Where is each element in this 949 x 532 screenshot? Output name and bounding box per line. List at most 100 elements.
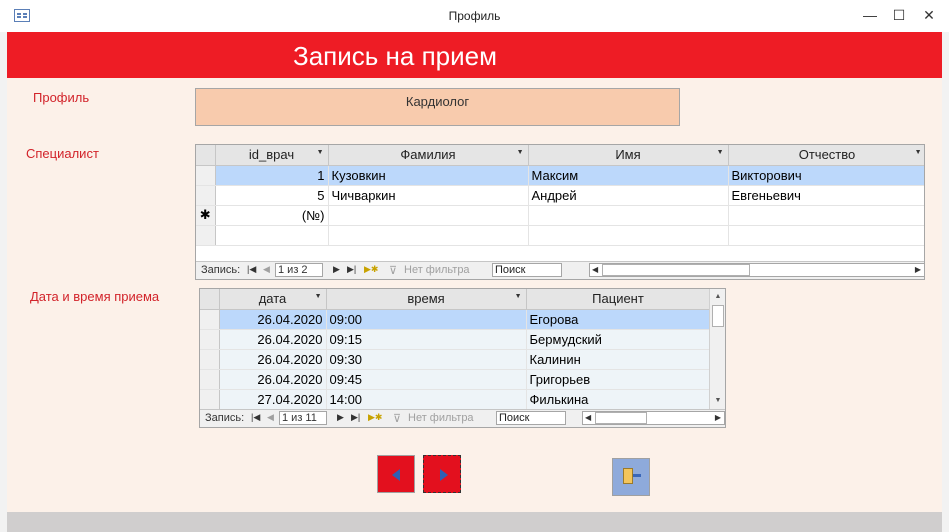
form-header: Запись на прием xyxy=(7,32,942,78)
cell-patient[interactable]: Бермудский xyxy=(526,329,711,350)
cell-patient[interactable]: Филькина xyxy=(526,389,711,410)
table-row[interactable]: 1 Кузовкин Максим Викторович xyxy=(196,165,924,186)
table-row[interactable]: 26.04.2020 09:00 Егорова xyxy=(200,309,711,330)
triangle-right-icon xyxy=(440,469,448,481)
record-selector[interactable] xyxy=(200,369,220,390)
cell-patient[interactable]: Калинин xyxy=(526,349,711,370)
table-row[interactable]: 26.04.2020 09:15 Бермудский xyxy=(200,329,711,350)
specialist-label: Специалист xyxy=(26,146,99,161)
cell-date[interactable]: 26.04.2020 xyxy=(219,329,327,350)
column-header-patient[interactable]: Пациент xyxy=(526,289,711,310)
no-filter-button[interactable]: Нет фильтра xyxy=(408,412,474,424)
profile-field[interactable]: Кардиолог xyxy=(195,88,680,126)
column-header-time[interactable]: время ▼ xyxy=(326,289,527,310)
horizontal-scrollbar[interactable]: ◀ ▶ xyxy=(582,411,725,425)
prev-profile-button[interactable] xyxy=(377,455,415,493)
form-header-title: Запись на прием xyxy=(293,41,497,71)
new-record-button[interactable]: ▶✱ xyxy=(368,412,382,423)
last-record-button[interactable]: ▶| xyxy=(351,412,360,423)
new-record-row[interactable]: ✱ (№) xyxy=(196,205,924,226)
record-selector[interactable] xyxy=(200,309,220,330)
window-title: Профиль xyxy=(448,9,501,23)
next-record-button[interactable]: ▶ xyxy=(337,412,344,423)
select-all-corner[interactable] xyxy=(200,289,220,310)
vertical-scrollbar[interactable]: ▲ ▼ xyxy=(709,289,725,409)
close-button[interactable]: ✕ xyxy=(914,4,944,26)
record-position-input[interactable]: 1 из 2 xyxy=(275,263,323,277)
maximize-button[interactable]: ☐ xyxy=(884,4,914,26)
first-record-button[interactable]: |◀ xyxy=(251,412,260,423)
record-selector[interactable] xyxy=(196,185,216,206)
cell-patient[interactable]: Григорьев xyxy=(526,369,711,390)
scroll-down-icon[interactable]: ▼ xyxy=(710,393,725,409)
cell-id[interactable]: 5 xyxy=(215,185,329,206)
cell-date[interactable]: 27.04.2020 xyxy=(219,389,327,410)
horizontal-scrollbar[interactable]: ◀ ▶ xyxy=(589,263,924,277)
record-selector[interactable] xyxy=(200,349,220,370)
search-input[interactable]: Поиск xyxy=(496,411,566,425)
prev-record-button[interactable]: ◀ xyxy=(267,412,274,423)
specialists-datasheet[interactable]: id_врач ▼ Фамилия ▼ Имя ▼ Отчество ▼ 1 Кузов… xyxy=(195,144,925,280)
record-selector[interactable] xyxy=(200,389,220,410)
last-record-button[interactable]: ▶| xyxy=(347,264,356,275)
column-header-id[interactable]: id_врач ▼ xyxy=(215,145,329,166)
table-row[interactable]: 5 Чичваркин Андрей Евгеньевич xyxy=(196,185,924,206)
nav-record-label: Запись: xyxy=(201,264,241,276)
minimize-button[interactable]: — xyxy=(855,4,885,26)
cell-time[interactable]: 14:00 xyxy=(326,389,527,410)
cell-time[interactable]: 09:15 xyxy=(326,329,527,350)
filter-icon: ⊽ xyxy=(389,265,398,277)
datetime-label: Дата и время приема xyxy=(30,289,160,304)
cell-firstname-new[interactable] xyxy=(528,205,729,226)
cell-id-new[interactable]: (№) xyxy=(215,205,329,226)
table-row[interactable]: 27.04.2020 14:00 Филькина xyxy=(200,389,711,410)
record-selector[interactable] xyxy=(200,329,220,350)
scroll-up-icon[interactable]: ▲ xyxy=(710,289,725,305)
column-header-lastname[interactable]: Фамилия ▼ xyxy=(328,145,529,166)
record-position-input[interactable]: 1 из 11 xyxy=(279,411,327,425)
cell-lastname[interactable]: Чичваркин xyxy=(328,185,529,206)
search-input[interactable]: Поиск xyxy=(492,263,562,277)
first-record-button[interactable]: |◀ xyxy=(247,264,256,275)
prev-record-button[interactable]: ◀ xyxy=(263,264,270,275)
new-record-marker: ✱ xyxy=(196,205,216,226)
empty-cell xyxy=(528,225,729,246)
cell-date[interactable]: 26.04.2020 xyxy=(219,369,327,390)
cell-firstname[interactable]: Андрей xyxy=(528,185,729,206)
cell-id[interactable]: 1 xyxy=(215,165,329,186)
next-profile-button[interactable] xyxy=(423,455,461,493)
record-selector[interactable] xyxy=(196,165,216,186)
table-row[interactable]: 26.04.2020 09:45 Григорьев xyxy=(200,369,711,390)
cell-date[interactable]: 26.04.2020 xyxy=(219,349,327,370)
empty-cell xyxy=(328,225,529,246)
exit-button[interactable] xyxy=(612,458,650,496)
column-header-middlename[interactable]: Отчество ▼ xyxy=(728,145,924,166)
cell-patient[interactable]: Егорова xyxy=(526,309,711,330)
cell-middlename[interactable]: Евгеньевич xyxy=(728,185,924,206)
filter-icon: ⊽ xyxy=(393,413,402,425)
title-bar: Профиль — ☐ ✕ xyxy=(0,0,949,32)
cell-firstname[interactable]: Максим xyxy=(528,165,729,186)
new-record-button[interactable]: ▶✱ xyxy=(364,264,378,275)
cell-middlename[interactable]: Викторович xyxy=(728,165,924,186)
cell-time[interactable]: 09:00 xyxy=(326,309,527,330)
table-row[interactable]: 26.04.2020 09:30 Калинин xyxy=(200,349,711,370)
cell-date[interactable]: 26.04.2020 xyxy=(219,309,327,330)
empty-selector xyxy=(196,225,216,246)
cell-lastname[interactable]: Кузовкин xyxy=(328,165,529,186)
nav-record-label: Запись: xyxy=(205,412,245,424)
profile-label: Профиль xyxy=(33,90,90,105)
appointments-datasheet[interactable]: дата ▼ время ▼ Пациент 26.04.2020 09:00 Ег… xyxy=(199,288,726,428)
empty-cell xyxy=(728,225,924,246)
column-header-date[interactable]: дата ▼ xyxy=(219,289,327,310)
cell-time[interactable]: 09:30 xyxy=(326,349,527,370)
column-header-firstname[interactable]: Имя ▼ xyxy=(528,145,729,166)
cell-middlename-new[interactable] xyxy=(728,205,924,226)
no-filter-button[interactable]: Нет фильтра xyxy=(404,264,470,276)
select-all-corner[interactable] xyxy=(196,145,216,166)
cell-lastname-new[interactable] xyxy=(328,205,529,226)
scroll-thumb[interactable] xyxy=(712,305,724,327)
specialists-nav-bar: Запись: |◀ ◀ 1 из 2 ▶ ▶| ▶✱ ⊽ Нет фильтр… xyxy=(196,261,924,279)
cell-time[interactable]: 09:45 xyxy=(326,369,527,390)
next-record-button[interactable]: ▶ xyxy=(333,264,340,275)
